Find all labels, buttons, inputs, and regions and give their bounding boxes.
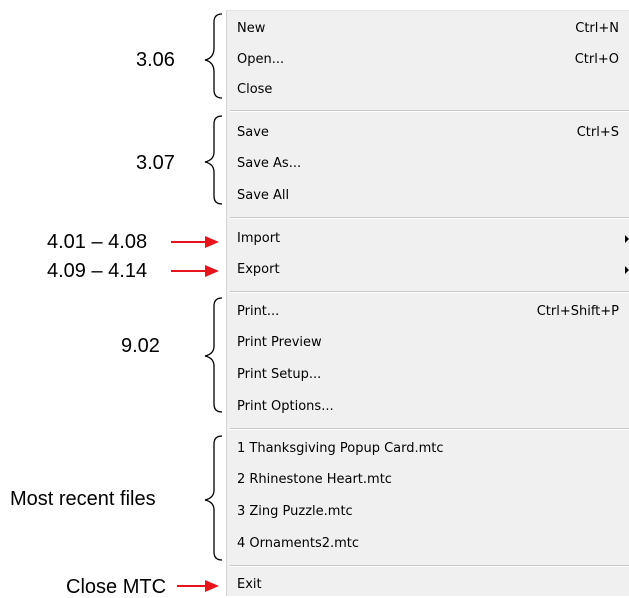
menu-item-label: Exit	[237, 577, 262, 592]
recent-file-item[interactable]: 2 Rhinestone Heart.mtc	[237, 468, 619, 492]
brace-icon	[204, 435, 223, 561]
recent-file-item[interactable]: 3 Zing Puzzle.mtc	[237, 500, 619, 524]
annotation-save-ops: 3.07	[136, 152, 175, 174]
annotation-exit: Close MTC	[66, 576, 167, 598]
annotation-recent: Most recent files	[10, 488, 156, 510]
menu-item-shortcut: Ctrl+O	[574, 52, 619, 67]
menu-separator	[230, 217, 629, 219]
menu-item-shortcut: Ctrl+S	[576, 125, 619, 140]
menu-item-label: Print Setup...	[237, 367, 322, 382]
menu-item-label: 1 Thanksgiving Popup Card.mtc	[237, 441, 444, 456]
brace-icon	[204, 297, 223, 413]
menu-item-label: Print Preview	[237, 335, 322, 350]
recent-file-item[interactable]: 4 Ornaments2.mtc	[237, 532, 619, 556]
menu-item-label: 4 Ornaments2.mtc	[237, 536, 360, 551]
menu-item-label: Print Options...	[237, 399, 334, 414]
submenu-arrow-icon	[625, 266, 629, 274]
red-arrow-icon	[171, 265, 219, 277]
menu-item-label: Open...	[237, 52, 285, 67]
annotation-import: 4.01 – 4.08	[47, 231, 148, 253]
menu-item-print-options[interactable]: Print Options...	[237, 395, 619, 419]
menu-item-open[interactable]: Open... Ctrl+O	[237, 48, 619, 72]
annotation-print-ops: 9.02	[121, 335, 160, 357]
file-menu: New Ctrl+N Open... Ctrl+O Close Save Ctr…	[226, 10, 629, 596]
menu-item-save-all[interactable]: Save All	[237, 184, 619, 208]
red-arrow-icon	[171, 236, 219, 248]
menu-item-exit[interactable]: Exit	[237, 573, 619, 597]
menu-item-label: Import	[237, 231, 281, 246]
menu-item-new[interactable]: New Ctrl+N	[237, 17, 619, 41]
menu-item-label: Save All	[237, 188, 290, 203]
submenu-arrow-icon	[625, 235, 629, 243]
menu-item-shortcut: Ctrl+Shift+P	[536, 304, 619, 319]
brace-icon	[204, 115, 223, 205]
brace-icon	[204, 13, 223, 99]
menu-item-label: Export	[237, 262, 280, 277]
menu-item-label: New	[237, 21, 266, 36]
annotation-file-ops: 3.06	[136, 49, 175, 71]
recent-file-item[interactable]: 1 Thanksgiving Popup Card.mtc	[237, 437, 619, 461]
menu-item-label: Save	[237, 125, 269, 140]
menu-separator	[230, 291, 629, 293]
menu-item-label: 2 Rhinestone Heart.mtc	[237, 472, 392, 487]
menu-separator	[230, 428, 629, 430]
menu-item-label: Close	[237, 82, 273, 97]
menu-separator	[230, 110, 629, 112]
menu-item-close[interactable]: Close	[237, 78, 619, 102]
red-arrow-icon	[177, 580, 219, 592]
menu-item-export[interactable]: Export	[237, 258, 629, 282]
menu-item-import[interactable]: Import	[237, 227, 629, 251]
menu-item-label: 3 Zing Puzzle.mtc	[237, 504, 353, 519]
menu-item-print-setup[interactable]: Print Setup...	[237, 363, 619, 387]
menu-separator	[230, 565, 629, 567]
menu-item-save-as[interactable]: Save As...	[237, 152, 619, 176]
menu-item-print[interactable]: Print... Ctrl+Shift+P	[237, 300, 619, 324]
menu-item-label: Save As...	[237, 156, 302, 171]
menu-item-print-preview[interactable]: Print Preview	[237, 331, 619, 355]
menu-item-shortcut: Ctrl+N	[575, 21, 619, 36]
annotation-export: 4.09 – 4.14	[47, 260, 148, 282]
menu-item-save[interactable]: Save Ctrl+S	[237, 121, 619, 145]
menu-item-label: Print...	[237, 304, 280, 319]
